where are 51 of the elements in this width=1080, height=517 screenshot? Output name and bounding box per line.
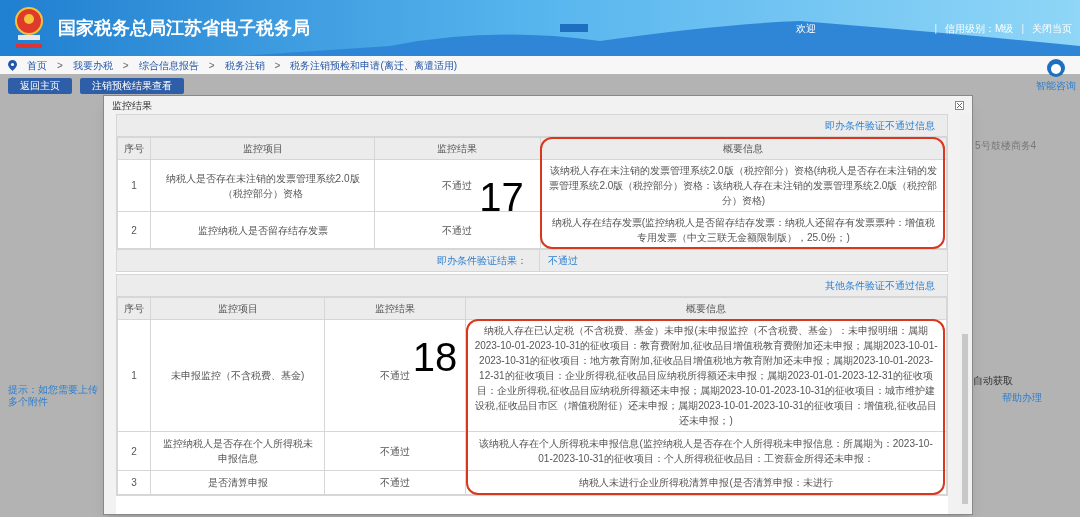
table-cell: 1 (117, 319, 151, 432)
section-caption: 即办条件验证不通过信息 (117, 115, 947, 137)
section-caption: 其他条件验证不通过信息 (117, 275, 947, 297)
table-cell: 该纳税人存在个人所得税未申报信息(监控纳税人是否存在个人所得税未申报信息：所属期为：2023-10-01-2023-10-31的征收项目：个人所得税征收品目：工资薪金所得还未申报： (465, 431, 947, 471)
table-cell: 不通过 (324, 470, 466, 495)
breadcrumb-separator: > (208, 58, 215, 73)
table-cell: 2 (117, 431, 151, 471)
table-cell: 3 (117, 470, 151, 495)
breadcrumb-separator: > (122, 58, 129, 73)
table-cell: 2 (117, 211, 151, 249)
divider-text: | (1021, 21, 1024, 36)
location-pin-icon (8, 59, 17, 71)
tip-text: 提示：如您需要上传多个附件 (8, 384, 99, 408)
table-cell: 不通过 (324, 431, 466, 471)
result-label: 即办条件验证结果： (437, 255, 528, 266)
table-cell: 纳税人存在结存发票(监控纳税人是否留存结存发票：纳税人还留存有发票票种：增值税专用发票（中文三联无金额限制版），25.0份；) (540, 211, 947, 249)
annotation-number: 18 (412, 334, 458, 381)
column-header: 监控项目 (150, 137, 375, 160)
breadcrumb-separator: > (274, 58, 281, 73)
breadcrumb-link[interactable]: 综合信息报告 (138, 57, 199, 73)
table-cell: 是否清算申报 (150, 470, 325, 495)
table-cell: 监控纳税人是否存在个人所得税未申报信息 (150, 431, 325, 471)
column-header: 概要信息 (540, 137, 947, 160)
breadcrumb-link[interactable]: 首页 (27, 57, 47, 73)
breadcrumb-separator: > (57, 58, 63, 73)
table-cell: 监控纳税人是否留存结存发票 (150, 211, 375, 249)
column-header: 监控结果 (374, 137, 541, 160)
divider-text: | (934, 21, 938, 36)
close-icon[interactable] (955, 100, 964, 110)
column-header: 序号 (117, 297, 151, 320)
table-cell: 未申报监控（不含税费、基金) (150, 319, 325, 432)
column-header: 监控项目 (150, 297, 325, 320)
modal-title: 监控结果 (112, 98, 152, 113)
column-header: 概要信息 (465, 297, 947, 320)
emblem-icon (12, 5, 46, 51)
toolbar-button[interactable]: 注销预检结果查看 (80, 78, 184, 94)
breadcrumb-link[interactable]: 税务注销 (224, 57, 265, 73)
table-cell: 该纳税人存在未注销的发票管理系统2.0版（税控部分）资格(纳税人是否存在未注销的发票管理系统2.0版（税控部分）资格：该纳税人存在未注销的发票管理系统2.0版（税控部分）资格) (540, 159, 947, 212)
column-header: 序号 (117, 137, 151, 160)
table-cell: 纳税人未进行企业所得税清算申报(是否清算申报：未进行 (465, 470, 947, 495)
table-cell: 纳税人是否存在未注销的发票管理系统2.0版（税控部分）资格 (150, 159, 375, 212)
breadcrumb-link[interactable]: 我要办税 (72, 57, 113, 73)
site-title: 国家税务总局江苏省电子税务局 (58, 16, 310, 40)
table-cell: 1 (117, 159, 151, 212)
credit-level: 信用级别：M级 (945, 21, 1014, 36)
breadcrumb-link[interactable]: 税务注销预检和申请(离迁、离遣适用) (290, 57, 458, 73)
welcome-text: 欢迎 (796, 21, 817, 36)
result-value: 不通过 (547, 254, 579, 268)
auto-fetch-label: 自动获取 (973, 374, 1013, 388)
column-header: 监控结果 (324, 297, 466, 320)
toolbar-button[interactable]: 返回主页 (8, 78, 72, 94)
